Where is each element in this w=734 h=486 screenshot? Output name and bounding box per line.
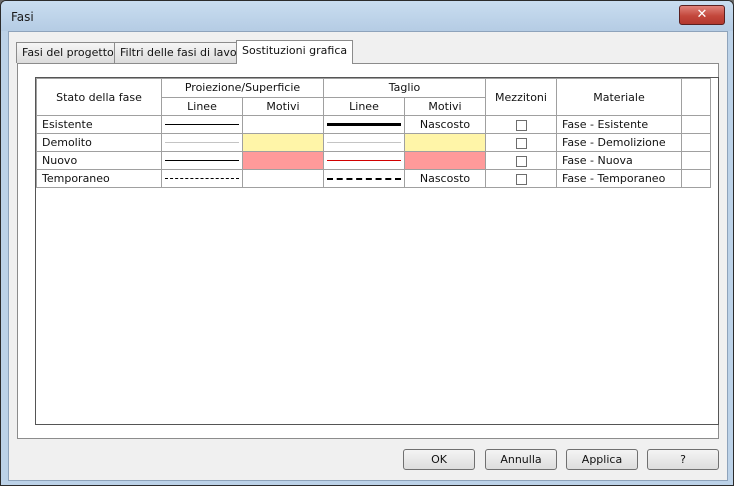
cut-pattern-cell[interactable] xyxy=(404,133,486,152)
header-cut-motivi: Motivi xyxy=(404,96,486,116)
header-materiale: Materiale xyxy=(556,78,682,116)
materiale-cell[interactable]: Fase - Nuova xyxy=(556,151,682,170)
materiale-cell[interactable]: Fase - Esistente xyxy=(556,115,682,134)
header-proj-motivi: Motivi xyxy=(242,96,324,116)
phases-dialog: Fasi ✕ Fasi del progetto Filtri delle fa… xyxy=(0,0,734,486)
mezzitoni-checkbox[interactable] xyxy=(515,137,527,149)
apply-button[interactable]: Applica xyxy=(566,449,638,470)
cut-line-cell[interactable] xyxy=(323,133,405,152)
filler-cell xyxy=(681,169,711,188)
proj-line-cell[interactable] xyxy=(161,151,243,170)
line-sample xyxy=(327,160,401,161)
mezzitoni-cell[interactable] xyxy=(485,151,557,170)
phase-table: Stato della fase Proiezione/Superficie T… xyxy=(36,78,711,188)
proj-pattern-cell[interactable] xyxy=(242,169,324,188)
filler-cell xyxy=(681,115,711,134)
tab-filtri-fasi[interactable]: Filtri delle fasi di lavoro xyxy=(114,42,254,63)
mezzitoni-checkbox[interactable] xyxy=(515,119,527,131)
row-stato: Nuovo xyxy=(36,151,162,170)
mezzitoni-checkbox[interactable] xyxy=(515,173,527,185)
line-sample xyxy=(165,160,239,161)
proj-line-cell[interactable] xyxy=(161,169,243,188)
cut-pattern-cell[interactable] xyxy=(404,151,486,170)
row-stato: Demolito xyxy=(36,133,162,152)
cut-line-cell[interactable] xyxy=(323,169,405,188)
mezzitoni-cell[interactable] xyxy=(485,169,557,188)
proj-line-cell[interactable] xyxy=(161,115,243,134)
header-proj-linee: Linee xyxy=(161,96,243,116)
title-bar[interactable]: Fasi ✕ xyxy=(1,1,733,31)
header-filler xyxy=(681,78,711,116)
cut-line-cell[interactable] xyxy=(323,151,405,170)
mezzitoni-checkbox[interactable] xyxy=(515,155,527,167)
window-title: Fasi xyxy=(11,10,34,24)
line-sample xyxy=(165,178,239,179)
row-stato: Temporaneo xyxy=(36,169,162,188)
tab-panel: Stato della fase Proiezione/Superficie T… xyxy=(17,63,719,439)
materiale-cell[interactable]: Fase - Demolizione xyxy=(556,133,682,152)
help-button[interactable]: ? xyxy=(647,449,719,470)
line-sample xyxy=(165,124,239,125)
row-stato: Esistente xyxy=(36,115,162,134)
table-row: Nuovo Fase - Nuova xyxy=(36,151,711,170)
line-sample xyxy=(327,142,401,143)
cut-line-cell[interactable] xyxy=(323,115,405,134)
cancel-button[interactable]: Annulla xyxy=(485,449,557,470)
graphic-overrides-grid: Stato della fase Proiezione/Superficie T… xyxy=(35,77,719,425)
filler-cell xyxy=(681,151,711,170)
mezzitoni-cell[interactable] xyxy=(485,115,557,134)
header-proiezione: Proiezione/Superficie xyxy=(161,78,324,98)
header-taglio: Taglio xyxy=(323,78,486,98)
mezzitoni-cell[interactable] xyxy=(485,133,557,152)
close-button[interactable]: ✕ xyxy=(679,5,725,25)
tab-sostituzioni-grafica[interactable]: Sostituzioni grafica xyxy=(236,40,354,64)
filler-cell xyxy=(681,133,711,152)
header-mezzitoni: Mezzitoni xyxy=(485,78,557,116)
materiale-cell[interactable]: Fase - Temporaneo xyxy=(556,169,682,188)
line-sample xyxy=(165,142,239,143)
cut-pattern-cell[interactable]: Nascosto xyxy=(404,169,486,188)
close-icon: ✕ xyxy=(696,7,708,22)
dialog-body: Fasi del progetto Filtri delle fasi di l… xyxy=(8,31,728,481)
table-row: Demolito Fase - Demolizione xyxy=(36,133,711,152)
line-sample xyxy=(327,123,401,126)
proj-line-cell[interactable] xyxy=(161,133,243,152)
proj-pattern-cell[interactable] xyxy=(242,133,324,152)
cut-pattern-cell[interactable]: Nascosto xyxy=(404,115,486,134)
proj-pattern-cell[interactable] xyxy=(242,115,324,134)
header-stato: Stato della fase xyxy=(36,78,162,116)
table-row: Esistente Nascosto Fase - Esistente xyxy=(36,115,711,134)
header-cut-linee: Linee xyxy=(323,96,405,116)
proj-pattern-cell[interactable] xyxy=(242,151,324,170)
table-row: Temporaneo Nascosto Fase - Temporaneo xyxy=(36,169,711,188)
line-sample xyxy=(327,177,401,180)
tab-fasi-del-progetto[interactable]: Fasi del progetto xyxy=(16,42,120,63)
ok-button[interactable]: OK xyxy=(403,449,475,470)
